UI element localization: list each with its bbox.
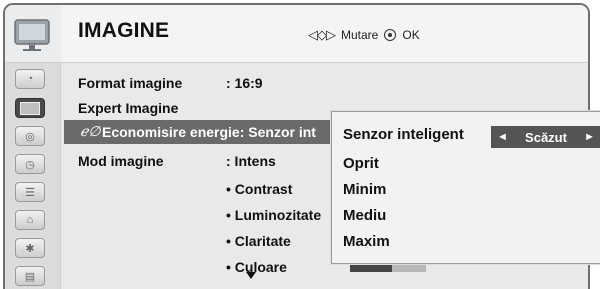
speaker-icon[interactable]: ◎: [15, 126, 45, 146]
expert-label[interactable]: Expert Imagine: [78, 100, 178, 116]
menu-header: IMAGINE ◁◇▷ Mutare OK: [5, 5, 588, 63]
option-minimum[interactable]: Minim: [343, 181, 386, 198]
scroll-down-icon: [246, 272, 256, 279]
ok-hint-label: OK: [402, 28, 420, 42]
media-icon[interactable]: ▤: [15, 266, 45, 286]
format-label[interactable]: Format imagine: [78, 75, 182, 91]
ok-button-icon: [384, 29, 397, 41]
tv-icon: [14, 19, 50, 51]
sharpness-item[interactable]: • Claritate: [226, 233, 291, 249]
sensor-level-value: Scăzut: [525, 129, 567, 145]
tv-screen-icon[interactable]: [15, 98, 45, 118]
energy-saving-popup: Senzor inteligent Oprit Minim Mediu Maxi…: [331, 111, 600, 264]
energy-saving-item[interactable]: ℯ∅ Economisire energie: Senzor int: [64, 120, 334, 144]
navigation-hint: ◁◇▷ Mutare OK: [308, 27, 420, 43]
contrast-item[interactable]: • Contrast: [226, 181, 292, 197]
move-hint-label: Mutare: [341, 28, 379, 42]
option-medium[interactable]: Mediu: [343, 207, 386, 224]
options-icon[interactable]: ☰: [15, 182, 45, 202]
leaf-icon: ℯ∅: [80, 123, 101, 139]
option-maximum[interactable]: Maxim: [343, 233, 390, 250]
color-item[interactable]: • Culoare: [226, 259, 287, 275]
page-title: IMAGINE: [78, 19, 170, 42]
satellite-dish-icon[interactable]: ◔: [15, 69, 45, 89]
navigation-arrows-icon: ◁◇▷: [308, 27, 336, 42]
energy-saving-label: Economisire energie: Senzor int: [102, 124, 316, 140]
lock-icon[interactable]: ⌂: [15, 210, 45, 230]
mode-value: : Intens: [226, 153, 276, 169]
option-smart-sensor[interactable]: Senzor inteligent: [343, 126, 464, 143]
tv-box: [5, 5, 61, 62]
brightness-item[interactable]: • Luminozitate: [226, 207, 321, 223]
left-arrow-icon[interactable]: ◄: [497, 131, 508, 143]
right-arrow-icon[interactable]: ►: [584, 131, 595, 143]
sidebar: ◔ ◎ ◷ ☰ ⌂ ✱ ▤: [5, 63, 61, 289]
clock-icon[interactable]: ◷: [15, 154, 45, 174]
format-value: : 16:9: [226, 75, 263, 91]
sensor-level-selector[interactable]: ◄ Scăzut ►: [491, 126, 600, 148]
option-off[interactable]: Oprit: [343, 155, 379, 172]
mode-label[interactable]: Mod imagine: [78, 153, 164, 169]
usb-icon[interactable]: ✱: [15, 238, 45, 258]
